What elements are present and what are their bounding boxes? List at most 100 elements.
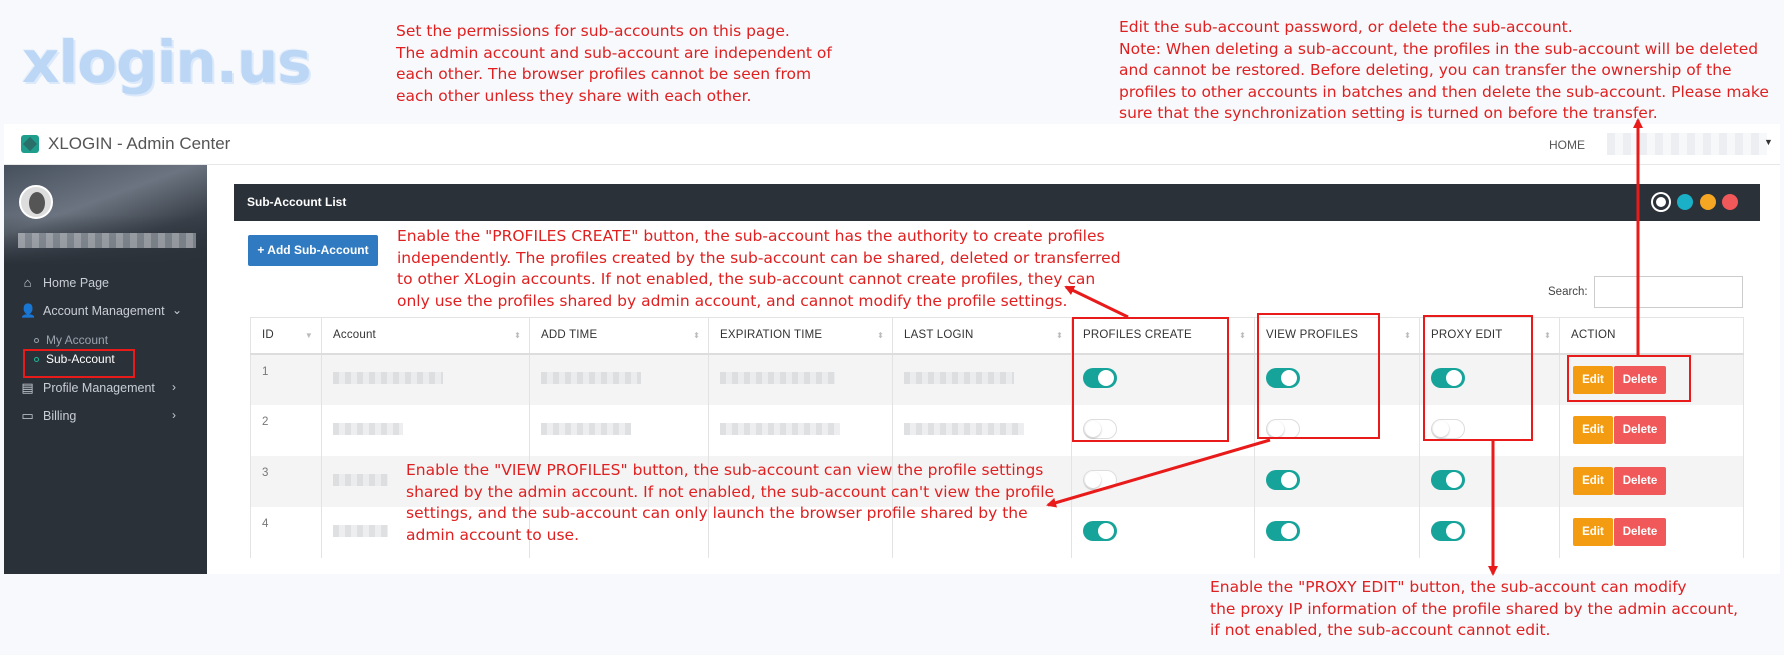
bullet-icon	[34, 338, 39, 344]
refresh-icon[interactable]	[1677, 194, 1693, 210]
cell-action: Edit Delete	[1559, 455, 1744, 507]
cell-action: Edit Delete	[1559, 506, 1744, 558]
cell-proxy-edit	[1419, 455, 1560, 507]
redacted-value	[720, 372, 835, 384]
column-header[interactable]: EXPIRATION TIME ⬍	[708, 317, 893, 355]
sidebar-item-label: Billing	[43, 409, 77, 423]
delete-button[interactable]: Delete	[1614, 518, 1666, 546]
cell-action: Edit Delete	[1559, 404, 1744, 456]
cell-profiles-create	[1071, 506, 1255, 558]
cell-id: 4	[250, 506, 322, 558]
annotation-profiles-create: Enable the "PROFILES CREATE" button, the…	[397, 227, 1121, 310]
redacted-value	[904, 422, 1024, 435]
cell-account	[321, 353, 530, 405]
app-title: XLOGIN - Admin Center	[48, 134, 231, 153]
cell-view-profiles	[1254, 506, 1420, 558]
sidebar-item-billing[interactable]: ▭ Billing ›	[4, 407, 207, 429]
sidebar-item-account-management[interactable]: 👤 Account Management ⌄	[4, 302, 207, 324]
profiles-create-toggle[interactable]	[1083, 469, 1117, 490]
column-header[interactable]: LAST LOGIN ⬍	[892, 317, 1072, 355]
edit-button[interactable]: Edit	[1573, 416, 1613, 444]
chevron-right-icon: ›	[172, 380, 176, 394]
cell-add-time	[529, 404, 709, 456]
highlight-profiles-create	[1072, 317, 1229, 442]
caret-down-icon[interactable]: ▼	[1764, 137, 1773, 147]
sidebar-item-label: Profile Management	[43, 381, 155, 395]
sidebar-item-label: Home Page	[43, 276, 110, 290]
panel-header: Sub-Account List	[234, 184, 1760, 221]
avatar[interactable]	[19, 185, 53, 219]
annotation-proxy-edit: Enable the "PROXY EDIT" button, the sub-…	[1210, 578, 1739, 639]
settings-icon[interactable]	[1653, 194, 1669, 210]
cell-expiration-time	[708, 353, 893, 405]
sort-icon[interactable]: ⬍	[693, 331, 700, 340]
view-profiles-toggle[interactable]	[1266, 520, 1300, 541]
column-header[interactable]: Account ⬍	[321, 317, 530, 355]
cell-last-login	[892, 404, 1072, 456]
redacted-value	[333, 422, 403, 435]
view-profiles-toggle[interactable]	[1266, 469, 1300, 490]
cell-expiration-time	[708, 404, 893, 456]
annotation-top-right: Edit the sub-account password, or delete…	[1119, 18, 1769, 122]
profiles-create-toggle[interactable]	[1083, 520, 1117, 541]
cell-account	[321, 404, 530, 456]
proxy-edit-toggle[interactable]	[1431, 469, 1465, 490]
redacted-value	[333, 524, 388, 537]
highlight-action-buttons	[1567, 355, 1691, 402]
sidebar-item-home[interactable]: ⌂ Home Page	[4, 274, 207, 296]
cell-last-login	[892, 353, 1072, 405]
search-label: Search:	[1548, 286, 1588, 298]
highlight-sub-account-nav	[23, 349, 135, 378]
sidebar-item-label: Account Management	[43, 304, 165, 318]
annotation-top-left: Set the permissions for sub-accounts on …	[396, 22, 832, 105]
sort-icon[interactable]: ⬍	[514, 331, 521, 340]
user-menu[interactable]	[1607, 133, 1767, 155]
panel-title: Sub-Account List	[247, 195, 347, 209]
redacted-value	[541, 422, 631, 435]
cell-id: 2	[250, 404, 322, 456]
sort-icon[interactable]: ⬍	[1056, 331, 1063, 340]
home-icon: ⌂	[23, 275, 32, 290]
column-header[interactable]: ADD TIME ⬍	[529, 317, 709, 355]
sort-desc-icon[interactable]: ▼	[305, 331, 313, 340]
edit-button[interactable]: Edit	[1573, 467, 1613, 495]
watermark-logo: xlogin.us	[22, 28, 312, 96]
redacted-value	[333, 473, 388, 486]
edit-button[interactable]: Edit	[1573, 518, 1613, 546]
annotation-view-profiles: Enable the "VIEW PROFILES" button, the s…	[406, 461, 1055, 544]
cell-proxy-edit	[1419, 506, 1560, 558]
sort-icon[interactable]: ⬍	[1544, 331, 1551, 340]
search-input[interactable]	[1594, 276, 1743, 308]
redacted-value	[333, 372, 443, 384]
redacted-value	[720, 422, 840, 435]
delete-button[interactable]: Delete	[1614, 467, 1666, 495]
sidebar-item-profile-management[interactable]: ▤ Profile Management ›	[4, 379, 207, 401]
sort-icon[interactable]: ⬍	[1239, 331, 1246, 340]
column-header: ACTION	[1559, 317, 1744, 355]
cell-id: 1	[250, 353, 322, 405]
cell-add-time	[529, 353, 709, 405]
redacted-value	[541, 372, 641, 384]
cell-id: 3	[250, 455, 322, 507]
highlight-view-profiles	[1257, 313, 1380, 439]
cell-profiles-create	[1071, 455, 1255, 507]
proxy-edit-toggle[interactable]	[1431, 520, 1465, 541]
close-icon[interactable]	[1722, 194, 1738, 210]
redacted-value	[904, 372, 1014, 384]
billing-icon: ▭	[21, 408, 34, 423]
chevron-down-icon: ⌄	[172, 303, 183, 317]
top-bar: XLOGIN - Admin Center HOME ▼	[4, 124, 1780, 165]
sort-icon[interactable]: ⬍	[877, 331, 884, 340]
minimize-icon[interactable]	[1700, 194, 1716, 210]
sort-icon[interactable]: ⬍	[1404, 331, 1411, 340]
add-sub-account-button[interactable]: + Add Sub-Account	[248, 235, 378, 266]
delete-button[interactable]: Delete	[1614, 416, 1666, 444]
username-redacted	[18, 233, 196, 248]
brand-logo-icon	[21, 135, 39, 153]
file-icon: ▤	[21, 380, 34, 395]
user-plus-icon: 👤	[20, 303, 37, 318]
cell-view-profiles	[1254, 455, 1420, 507]
column-header[interactable]: ID ▼	[250, 317, 322, 355]
home-link[interactable]: HOME	[1549, 138, 1585, 152]
sidebar-subitem-my-account[interactable]: My Account	[34, 333, 108, 347]
